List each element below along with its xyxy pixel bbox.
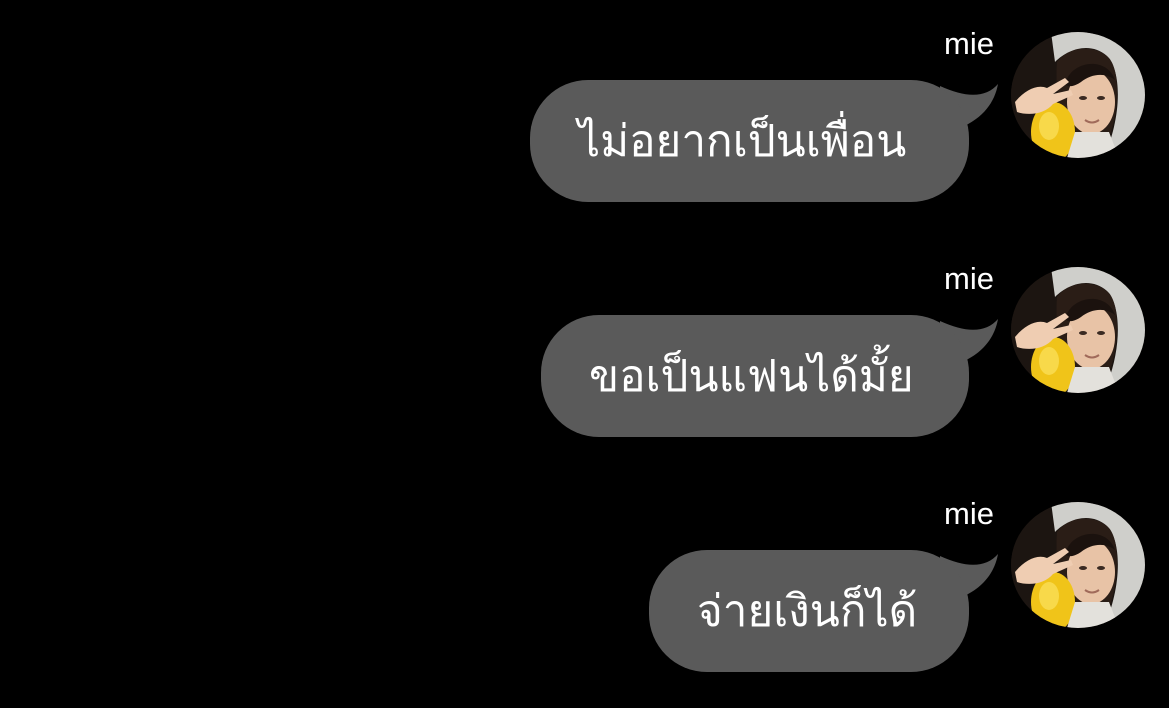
avatar-photo-icon[interactable] (1011, 267, 1145, 393)
message-row: mie ขอเป็นแฟนได้มั้ย (0, 235, 1169, 445)
message-bubble[interactable]: จ่ายเงินก็ได้ (649, 550, 969, 672)
message-bubble[interactable]: ขอเป็นแฟนได้มั้ย (541, 315, 969, 437)
sender-name: mie (944, 26, 994, 61)
message-text: ขอเป็นแฟนได้มั้ย (589, 351, 914, 402)
sender-name: mie (944, 496, 994, 531)
message-bubble[interactable]: ไม่อยากเป็นเพื่อน (530, 80, 969, 202)
chat-view: mie ไม่อยากเป็นเพื่อน mie ขอเป็นแฟนได้มั… (0, 0, 1169, 708)
message-row: mie ไม่อยากเป็นเพื่อน (0, 0, 1169, 210)
message-text: จ่ายเงินก็ได้ (697, 586, 918, 637)
avatar-photo-icon[interactable] (1011, 502, 1145, 628)
message-row: mie จ่ายเงินก็ได้ (0, 470, 1169, 680)
avatar-photo-icon[interactable] (1011, 32, 1145, 158)
message-text: ไม่อยากเป็นเพื่อน (578, 116, 907, 167)
sender-name: mie (944, 261, 994, 296)
